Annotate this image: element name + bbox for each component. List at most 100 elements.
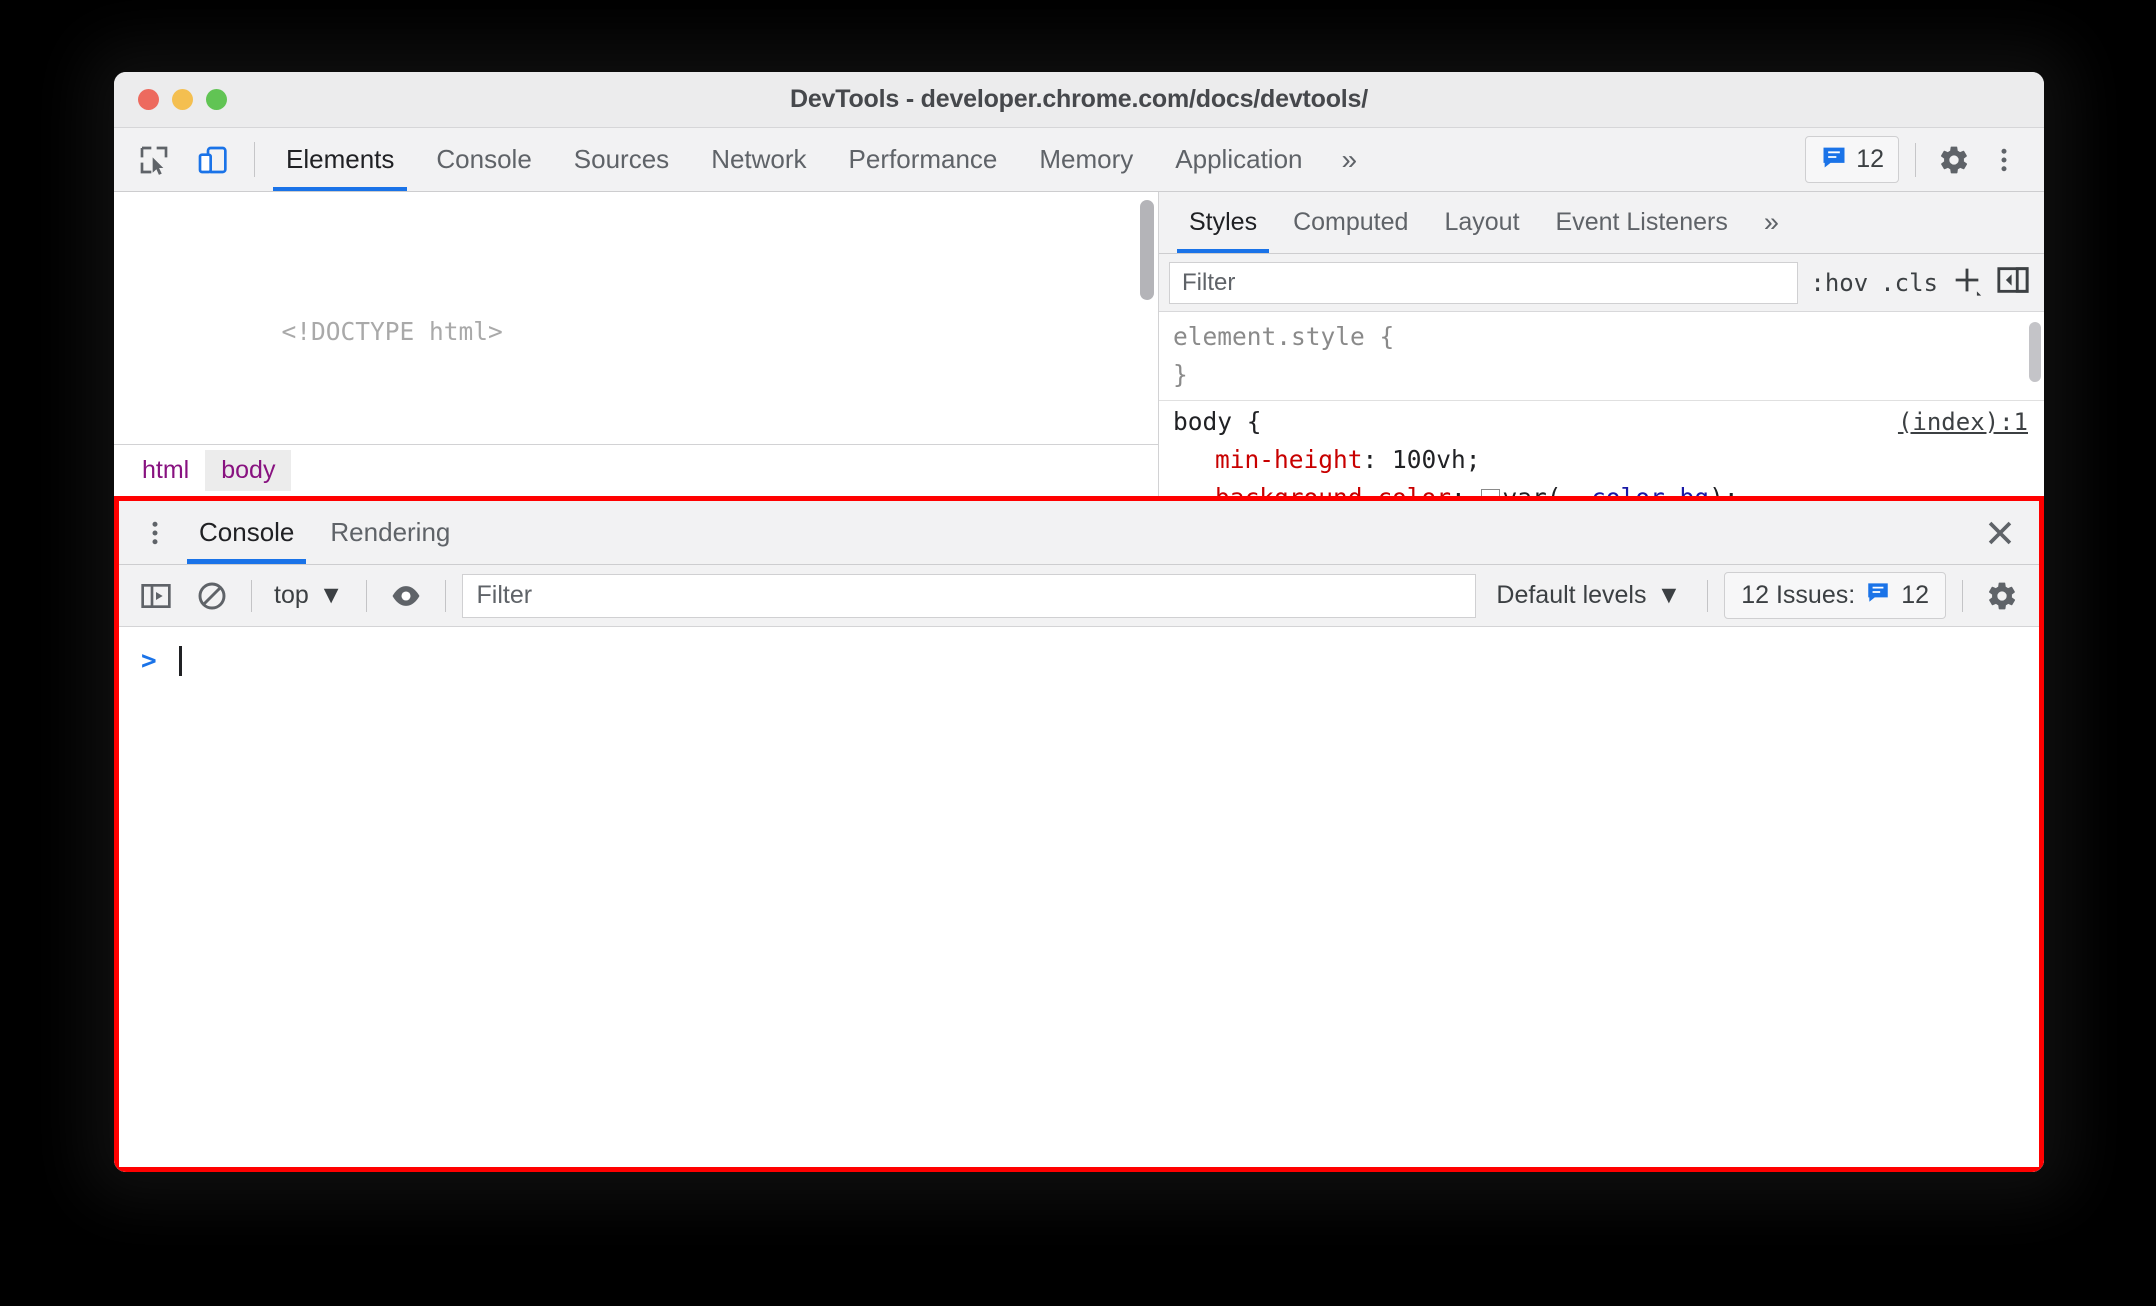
context-label: top — [274, 581, 309, 609]
console-prompt-row[interactable]: > — [119, 641, 2039, 681]
toggle-styles-sidebar-icon[interactable] — [1996, 263, 2030, 302]
close-drawer-button[interactable] — [1983, 501, 2039, 564]
tab-layout-label: Layout — [1444, 208, 1520, 236]
tab-console[interactable]: Console — [415, 128, 552, 191]
toolbar-right-group: 12 — [1805, 128, 2044, 191]
window-title: DevTools - developer.chrome.com/docs/dev… — [790, 85, 1368, 113]
console-output[interactable]: > — [119, 627, 2039, 1167]
panel-tab-list: Elements Console Sources Network Perform… — [265, 128, 1375, 191]
property-name-background-color: background-color — [1215, 483, 1451, 496]
style-rule-body[interactable]: body { (index):1 min-height: 100vh; back… — [1159, 401, 2044, 496]
breadcrumb-item-body[interactable]: body — [205, 450, 292, 491]
style-source-link[interactable]: (index):1 — [1898, 403, 2028, 441]
devtools-drawer: Console Rendering top ▼ Filter Default l… — [114, 496, 2044, 1172]
declaration-background-color[interactable]: background-color: var(--color-bg); — [1159, 479, 2044, 496]
element-style-selector-text: element.style { — [1173, 322, 1395, 351]
tab-memory[interactable]: Memory — [1018, 128, 1154, 191]
drawer-tab-console[interactable]: Console — [181, 501, 312, 564]
declaration-min-height[interactable]: min-height: 100vh; — [1159, 441, 2044, 479]
element-style-close-text: } — [1173, 360, 1188, 389]
body-selector[interactable]: body { (index):1 — [1159, 403, 2044, 441]
elements-split-view: <!DOCTYPE html> <html lang="en" data-coo… — [114, 192, 2044, 496]
dom-tree[interactable]: <!DOCTYPE html> <html lang="en" data-coo… — [114, 192, 1158, 444]
console-toolbar-divider-4 — [1707, 579, 1709, 612]
tab-computed-label: Computed — [1293, 208, 1409, 236]
clear-console-icon[interactable] — [189, 573, 235, 619]
tab-console-label: Console — [436, 144, 532, 174]
tab-performance-label: Performance — [848, 144, 998, 174]
styles-rules: element.style { } body { (index):1 min-h… — [1159, 312, 2044, 496]
dom-line-doctype[interactable]: <!DOCTYPE html> — [114, 276, 1158, 387]
drawer-tab-list: Console Rendering — [119, 501, 2039, 565]
tab-layout[interactable]: Layout — [1426, 192, 1537, 253]
property-name-min-height: min-height — [1215, 445, 1363, 474]
tab-elements-label: Elements — [286, 144, 395, 174]
styles-tab-list: Styles Computed Layout Event Listeners » — [1159, 192, 2044, 254]
dom-tree-pane: <!DOCTYPE html> <html lang="en" data-coo… — [114, 192, 1159, 496]
drawer-menu-icon[interactable] — [129, 501, 181, 564]
tab-styles[interactable]: Styles — [1171, 192, 1275, 253]
dom-tree-scrollbar[interactable] — [1140, 200, 1154, 300]
hov-button[interactable]: :hov — [1810, 269, 1868, 297]
console-filter-placeholder: Filter — [476, 581, 533, 609]
element-style-close: } — [1159, 356, 2044, 394]
tab-application[interactable]: Application — [1154, 128, 1323, 191]
tab-sources[interactable]: Sources — [553, 128, 690, 191]
more-panels-label: » — [1341, 143, 1358, 175]
tab-network[interactable]: Network — [690, 128, 827, 191]
tab-computed[interactable]: Computed — [1275, 192, 1426, 253]
more-options-icon[interactable] — [1982, 138, 2026, 182]
more-panels-chevron-icon[interactable]: » — [1324, 128, 1376, 191]
tab-elements[interactable]: Elements — [265, 128, 415, 191]
console-toolbar-divider-2 — [365, 579, 367, 612]
styles-toolbar: Filter :hov .cls — [1159, 254, 2044, 312]
console-toolbar: top ▼ Filter Default levels ▼ 12 Issues: — [119, 565, 2039, 627]
styles-pane: Styles Computed Layout Event Listeners »… — [1159, 192, 2044, 496]
inspect-element-icon[interactable] — [132, 138, 176, 182]
styles-filter-placeholder: Filter — [1182, 268, 1236, 296]
styles-scrollbar[interactable] — [2029, 322, 2041, 382]
breadcrumb: html body — [114, 444, 1158, 496]
tab-event-listeners[interactable]: Event Listeners — [1538, 192, 1746, 253]
drawer-tab-rendering[interactable]: Rendering — [312, 501, 468, 564]
message-icon-console — [1865, 579, 1891, 612]
tab-sources-label: Sources — [573, 144, 670, 174]
log-levels-selector[interactable]: Default levels ▼ — [1486, 581, 1691, 610]
toolbar-divider-2 — [1915, 142, 1916, 177]
console-text-cursor — [178, 646, 182, 676]
console-issues-button[interactable]: 12 Issues: 12 — [1724, 572, 1946, 619]
chevron-down-icon-levels: ▼ — [1656, 581, 1682, 609]
color-swatch-bg[interactable] — [1480, 489, 1500, 496]
new-style-rule-icon[interactable] — [1950, 263, 1984, 302]
console-filter-input[interactable]: Filter — [461, 573, 1477, 618]
more-styles-tabs-icon[interactable]: » — [1746, 192, 1797, 253]
console-toolbar-divider-3 — [444, 579, 446, 612]
window-titlebar: DevTools - developer.chrome.com/docs/dev… — [114, 72, 2044, 128]
live-expression-eye-icon[interactable] — [383, 573, 429, 619]
console-prompt-icon: > — [141, 646, 157, 676]
log-levels-label: Default levels — [1496, 581, 1647, 609]
css-var-color-bg: --color-bg — [1562, 483, 1710, 496]
breadcrumb-item-html[interactable]: html — [126, 450, 205, 491]
message-icon — [1820, 143, 1848, 176]
console-settings-gear-icon[interactable] — [1979, 573, 2025, 619]
element-style-selector[interactable]: element.style { — [1159, 318, 2044, 356]
gear-icon[interactable] — [1932, 138, 1976, 182]
issues-badge[interactable]: 12 — [1805, 136, 1899, 183]
tab-memory-label: Memory — [1039, 144, 1134, 174]
toolbar-icon-group — [114, 128, 244, 191]
javascript-context-selector[interactable]: top ▼ — [268, 581, 350, 610]
styles-filter-input[interactable]: Filter — [1169, 261, 1799, 304]
devtools-window: DevTools - developer.chrome.com/docs/dev… — [114, 72, 2044, 1172]
console-sidebar-toggle-icon[interactable] — [133, 573, 179, 619]
style-rule-element-style[interactable]: element.style { } — [1159, 316, 2044, 401]
cls-button[interactable]: .cls — [1880, 269, 1938, 297]
console-issues-label: 12 Issues: — [1741, 581, 1856, 609]
issues-count: 12 — [1856, 145, 1884, 173]
body-selector-text: body { — [1173, 407, 1262, 436]
drawer-tab-rendering-label: Rendering — [330, 517, 451, 547]
tab-performance[interactable]: Performance — [828, 128, 1019, 191]
doctype-text: <!DOCTYPE html> — [281, 317, 503, 346]
device-toolbar-icon[interactable] — [190, 138, 234, 182]
tab-network-label: Network — [711, 144, 807, 174]
